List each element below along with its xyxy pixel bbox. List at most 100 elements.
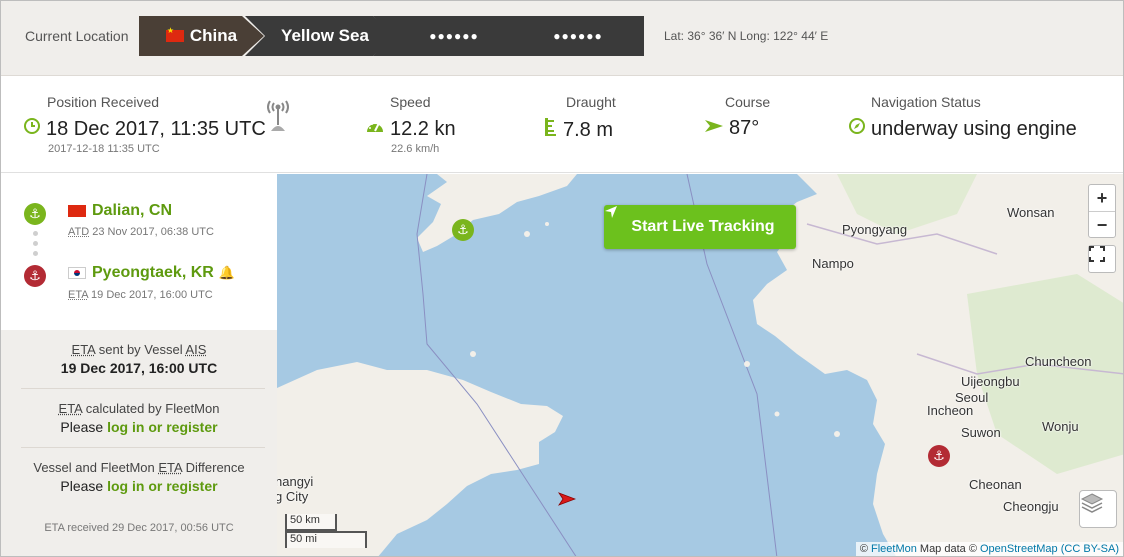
voyage-panel: ⚓ Dalian, CN ATD 23 Nov 2017, 06:38 UTC … xyxy=(1,174,277,556)
china-flag-icon xyxy=(165,26,184,42)
map-scale: 50 km 50 mi xyxy=(285,514,375,550)
login-register-link[interactable]: log in or register xyxy=(107,478,217,494)
breadcrumb-country[interactable]: China xyxy=(139,16,264,56)
stat-nav-status: Navigation Status xyxy=(871,94,981,110)
position-label: Position Received xyxy=(47,94,160,110)
openstreetmap-link[interactable]: OpenStreetMap xyxy=(980,543,1058,555)
arrival-port-link[interactable]: Pyeongtaek, KR 🔔 xyxy=(68,264,235,282)
course-arrow-icon xyxy=(704,117,724,140)
map-label-cheongju: Cheongju xyxy=(1003,499,1059,514)
scale-mi: 50 mi xyxy=(285,531,367,548)
map-label-wonsan: Wonsan xyxy=(1007,205,1055,220)
speed-value: 12.2 kn xyxy=(390,117,456,140)
eta-diff-abbr: ETA xyxy=(158,460,182,475)
breadcrumb-country-label: China xyxy=(189,26,238,45)
eta-vessel-abbr: ETA xyxy=(71,342,96,357)
atd-abbr: ATD xyxy=(68,226,90,238)
fleetmon-link[interactable]: FleetMon xyxy=(871,543,917,555)
map[interactable]: Wonsan Pyongyang Nampo Chuncheon Uijeong… xyxy=(277,174,1123,556)
breadcrumb: China Yellow Sea ●●●●●● ●●●●●● xyxy=(139,16,644,56)
arrival-anchor-icon: ⚓ xyxy=(24,265,46,287)
departure-port-marker-icon[interactable]: ⚓ xyxy=(452,219,474,241)
korea-flag-icon xyxy=(68,267,86,279)
please-text: Please xyxy=(60,419,104,435)
breadcrumb-hidden-2[interactable]: ●●●●●● xyxy=(502,16,644,56)
login-register-link[interactable]: log in or register xyxy=(107,419,217,435)
course-value: 87° xyxy=(729,117,760,139)
map-label-incheon: Incheon xyxy=(927,403,974,418)
stat-speed: Speed xyxy=(390,94,430,110)
map-label-pyongyang: Pyongyang xyxy=(842,222,908,237)
map-label-suwon: Suwon xyxy=(961,425,1001,440)
fullscreen-button[interactable] xyxy=(1088,245,1116,273)
map-label-chuncheon: Chuncheon xyxy=(1025,354,1092,369)
china-flag-icon xyxy=(68,205,86,217)
license-link[interactable]: (CC BY-SA) xyxy=(1061,543,1119,555)
map-label-hangyi: hangyi xyxy=(277,474,314,489)
location-bar: Current Location China Yellow Sea ●●●●●●… xyxy=(1,1,1123,76)
eta-vessel-label: sent by Vessel xyxy=(98,342,183,357)
map-label-nampo: Nampo xyxy=(812,256,854,271)
start-live-tracking-button[interactable]: Start Live Tracking xyxy=(604,205,796,249)
map-data-text: Map data © xyxy=(919,543,977,555)
layers-button[interactable] xyxy=(1079,490,1117,528)
port-block: ⚓ Dalian, CN ATD 23 Nov 2017, 06:38 UTC … xyxy=(1,174,277,330)
zoom-in-button[interactable]: + xyxy=(1089,185,1115,211)
stat-position-value: 18 Dec 2017, 11:35 UTC xyxy=(23,114,266,141)
nav-status-label: Navigation Status xyxy=(871,94,981,110)
vessel-stats: Position Received 18 Dec 2017, 11:35 UTC… xyxy=(1,77,1123,173)
bell-icon[interactable]: 🔔 xyxy=(219,265,235,281)
draught-ruler-icon xyxy=(544,117,558,143)
please-text: Please xyxy=(60,478,104,494)
stat-position: Position Received xyxy=(47,94,159,110)
scale-km: 50 km xyxy=(285,514,337,531)
eta-difference: Vessel and FleetMon ETA Difference Pleas… xyxy=(1,460,277,494)
eta-diff-label: Vessel and FleetMon xyxy=(33,460,155,475)
speedometer-icon xyxy=(365,117,385,141)
arrival-port-marker-icon[interactable]: ⚓ xyxy=(928,445,950,467)
compass-icon xyxy=(848,117,866,141)
draught-label: Draught xyxy=(566,94,616,110)
arrival-port-name: Pyeongtaek, KR xyxy=(92,264,214,281)
copyright-symbol: © xyxy=(859,543,868,555)
eta-vessel-value: 19 Dec 2017, 16:00 UTC xyxy=(60,360,218,376)
map-label-uijeongbu: Uijeongbu xyxy=(961,374,1020,389)
ais-antenna-icon xyxy=(265,97,291,138)
departure-anchor-icon: ⚓ xyxy=(24,203,46,225)
route-dots xyxy=(33,231,38,261)
divider xyxy=(21,447,265,448)
breadcrumb-hidden-1-label: ●●●●●● xyxy=(429,29,479,43)
departure-port-name: Dalian, CN xyxy=(92,202,173,219)
nav-status-value: underway using engine xyxy=(871,117,1077,140)
vessel-page: Current Location China Yellow Sea ●●●●●●… xyxy=(0,0,1124,557)
zoom-control: + − xyxy=(1088,184,1116,238)
coordinates: Lat: 36° 36′ N Long: 122° 44′ E xyxy=(664,29,829,43)
draught-value: 7.8 m xyxy=(563,118,614,141)
current-location-label: Current Location xyxy=(25,28,129,44)
divider xyxy=(21,388,265,389)
map-label-city: g City xyxy=(277,489,309,504)
departure-port-link[interactable]: Dalian, CN xyxy=(68,202,172,220)
eta-diff-suffix: Difference xyxy=(185,460,245,475)
arrival-time: 19 Dec 2017, 16:00 UTC xyxy=(91,289,213,301)
eta-fleetmon: ETA calculated by FleetMon Please log in… xyxy=(1,401,277,435)
start-live-tracking-label: Start Live Tracking xyxy=(631,218,775,235)
eta-fleetmon-abbr: ETA xyxy=(58,401,83,416)
departure-time: 23 Nov 2017, 06:38 UTC xyxy=(92,226,214,238)
eta-abbr: ETA xyxy=(68,289,88,301)
eta-fleetmon-label: calculated by FleetMon xyxy=(85,401,220,416)
breadcrumb-hidden-1[interactable]: ●●●●●● xyxy=(373,16,525,56)
speed-label: Speed xyxy=(390,94,431,110)
breadcrumb-hidden-2-label: ●●●●●● xyxy=(553,29,603,43)
breadcrumb-sea-label: Yellow Sea xyxy=(281,26,369,45)
speed-sub: 22.6 km/h xyxy=(391,143,440,155)
eta-block: ETA sent by Vessel AIS 19 Dec 2017, 16:0… xyxy=(1,330,277,556)
map-label-cheonan: Cheonan xyxy=(969,477,1022,492)
stat-draught: Draught xyxy=(566,94,616,110)
zoom-out-button[interactable]: − xyxy=(1089,211,1115,237)
eta-vessel: ETA sent by Vessel AIS 19 Dec 2017, 16:0… xyxy=(1,342,277,376)
stat-course: Course xyxy=(725,94,770,110)
breadcrumb-sea[interactable]: Yellow Sea xyxy=(245,16,395,56)
map-label-wonju: Wonju xyxy=(1042,419,1079,434)
position-sub: 2017-12-18 11:35 UTC xyxy=(48,143,160,155)
